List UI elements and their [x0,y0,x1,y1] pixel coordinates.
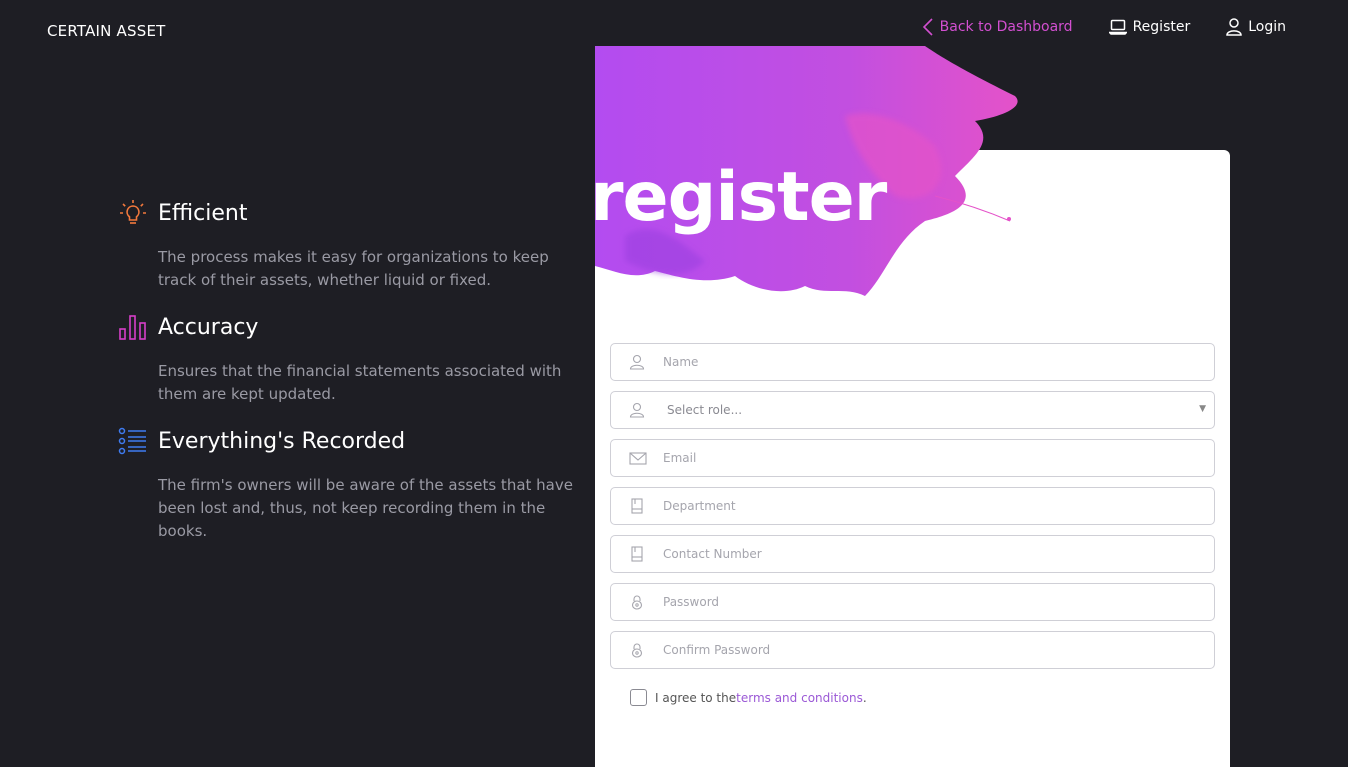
feature-recorded: Everything's Recorded The firm's owners … [118,424,578,543]
back-to-dashboard-label: Back to Dashboard [939,19,1073,35]
confirm-password-field-wrapper [610,631,1215,669]
register-nav-label: Register [1132,19,1191,35]
top-nav: Back to Dashboard Register Login [922,18,1286,36]
login-nav-label: Login [1248,19,1286,35]
role-select-value: Select role... [667,403,743,417]
list-icon [118,426,148,456]
register-form: Select role... ▼ I agree to the [610,343,1215,706]
caret-down-icon: ▼ [1199,404,1206,414]
email-field-wrapper [610,439,1215,477]
feature-title: Everything's Recorded [158,428,406,454]
register-nav-link[interactable]: Register [1108,19,1191,35]
register-heading: register [590,158,887,237]
terms-agreement: I agree to the terms and conditions . [630,689,1215,706]
name-input[interactable] [611,355,1214,369]
lock-icon [629,642,645,658]
agree-prefix: I agree to the [655,690,737,705]
features-list: Efficient The process makes it easy for … [118,196,578,561]
terms-checkbox[interactable] [630,689,647,706]
laptop-icon [1108,19,1127,35]
name-field-wrapper [610,343,1215,381]
brand-logo[interactable]: CERTAIN ASSET [47,22,166,40]
password-input[interactable] [611,595,1214,609]
bar-chart-icon [118,312,148,342]
book-icon [629,498,645,514]
user-icon [629,402,645,418]
role-select[interactable]: Select role... ▼ [610,391,1215,429]
department-field-wrapper [610,487,1215,525]
feature-description: The process makes it easy for organizati… [158,248,549,289]
login-nav-link[interactable]: Login [1226,18,1286,36]
chevron-left-icon [922,18,934,36]
lock-icon [629,594,645,610]
feature-title: Efficient [158,200,248,226]
department-input[interactable] [611,499,1214,513]
book-icon [629,546,645,562]
feature-title: Accuracy [158,314,259,340]
terms-link[interactable]: terms and conditions [736,691,863,705]
user-icon [629,354,645,370]
feature-efficient: Efficient The process makes it easy for … [118,196,578,292]
confirm-password-input[interactable] [611,643,1214,657]
feature-description: Ensures that the financial statements as… [158,362,562,403]
feature-description: The firm's owners will be aware of the a… [158,476,573,540]
lightbulb-icon [118,198,148,228]
agree-suffix: . [862,690,867,705]
password-field-wrapper [610,583,1215,621]
email-input[interactable] [611,451,1214,465]
contact-number-input[interactable] [611,547,1214,561]
contact-field-wrapper [610,535,1215,573]
feature-accuracy: Accuracy Ensures that the financial stat… [118,310,578,406]
user-icon [1226,18,1242,36]
envelope-icon [629,450,647,466]
back-to-dashboard-link[interactable]: Back to Dashboard [922,18,1073,36]
